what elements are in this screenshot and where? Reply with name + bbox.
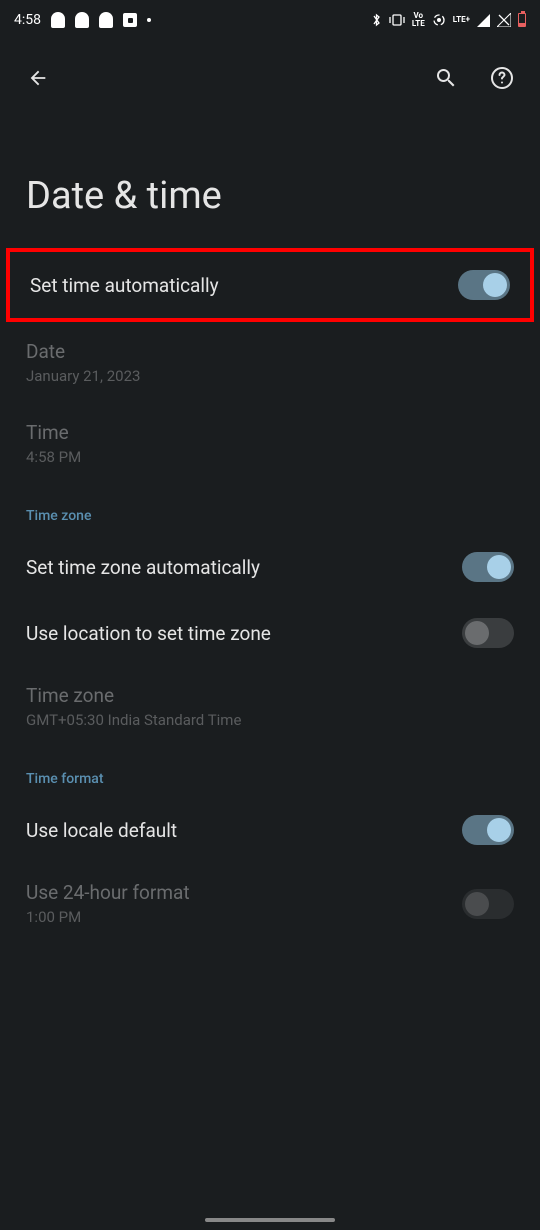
use-location-row[interactable]: Use location to set time zone (0, 600, 540, 666)
date-row: Date January 21, 2023 (0, 322, 540, 403)
signal-icon (477, 14, 490, 27)
set-time-auto-label: Set time automatically (30, 274, 219, 297)
timezone-section-header: Time zone (0, 484, 540, 534)
highlight-annotation: Set time automatically (6, 248, 534, 322)
battery-icon (518, 13, 526, 27)
notification-icon (99, 12, 113, 28)
timezone-value: GMT+05:30 India Standard Time (26, 711, 241, 729)
use-location-toggle[interactable] (462, 618, 514, 648)
set-time-auto-row[interactable]: Set time automatically (10, 252, 530, 318)
notification-dot-icon (147, 18, 151, 22)
signal-icon-2 (497, 13, 511, 27)
use-locale-label: Use locale default (26, 819, 177, 842)
help-button[interactable] (484, 60, 520, 96)
navigation-indicator[interactable] (205, 1218, 335, 1222)
timeformat-section-header: Time format (0, 747, 540, 797)
bluetooth-icon (371, 13, 382, 27)
app-bar (0, 40, 540, 116)
notification-icon (123, 13, 137, 27)
timezone-label: Time zone (26, 684, 241, 707)
time-label: Time (26, 421, 81, 444)
use-24h-value: 1:00 PM (26, 908, 190, 926)
time-row: Time 4:58 PM (0, 403, 540, 484)
use-locale-row[interactable]: Use locale default (0, 797, 540, 863)
use-location-label: Use location to set time zone (26, 622, 271, 645)
set-timezone-auto-label: Set time zone automatically (26, 556, 260, 579)
use-24h-row: Use 24-hour format 1:00 PM (0, 863, 540, 944)
status-time: 4:58 (14, 12, 41, 28)
status-bar-left: 4:58 (14, 12, 151, 28)
hotspot-icon (432, 13, 446, 27)
use-locale-toggle[interactable] (462, 815, 514, 845)
time-value: 4:58 PM (26, 448, 81, 466)
volte-icon: Vo LTE (412, 12, 425, 28)
lte-plus-icon: LTE+ (453, 16, 470, 24)
use-24h-toggle (462, 889, 514, 919)
vibrate-icon (389, 13, 405, 27)
back-button[interactable] (20, 60, 56, 96)
date-label: Date (26, 340, 140, 363)
search-button[interactable] (428, 60, 464, 96)
notification-icon (75, 12, 89, 28)
notification-icon (51, 12, 65, 28)
status-bar: 4:58 Vo LTE LTE+ (0, 0, 540, 40)
timezone-row: Time zone GMT+05:30 India Standard Time (0, 666, 540, 747)
page-title: Date & time (0, 116, 540, 248)
set-time-auto-toggle[interactable] (458, 270, 510, 300)
set-timezone-auto-toggle[interactable] (462, 552, 514, 582)
use-24h-label: Use 24-hour format (26, 881, 190, 904)
status-bar-right: Vo LTE LTE+ (371, 12, 526, 28)
set-timezone-auto-row[interactable]: Set time zone automatically (0, 534, 540, 600)
date-value: January 21, 2023 (26, 367, 140, 385)
